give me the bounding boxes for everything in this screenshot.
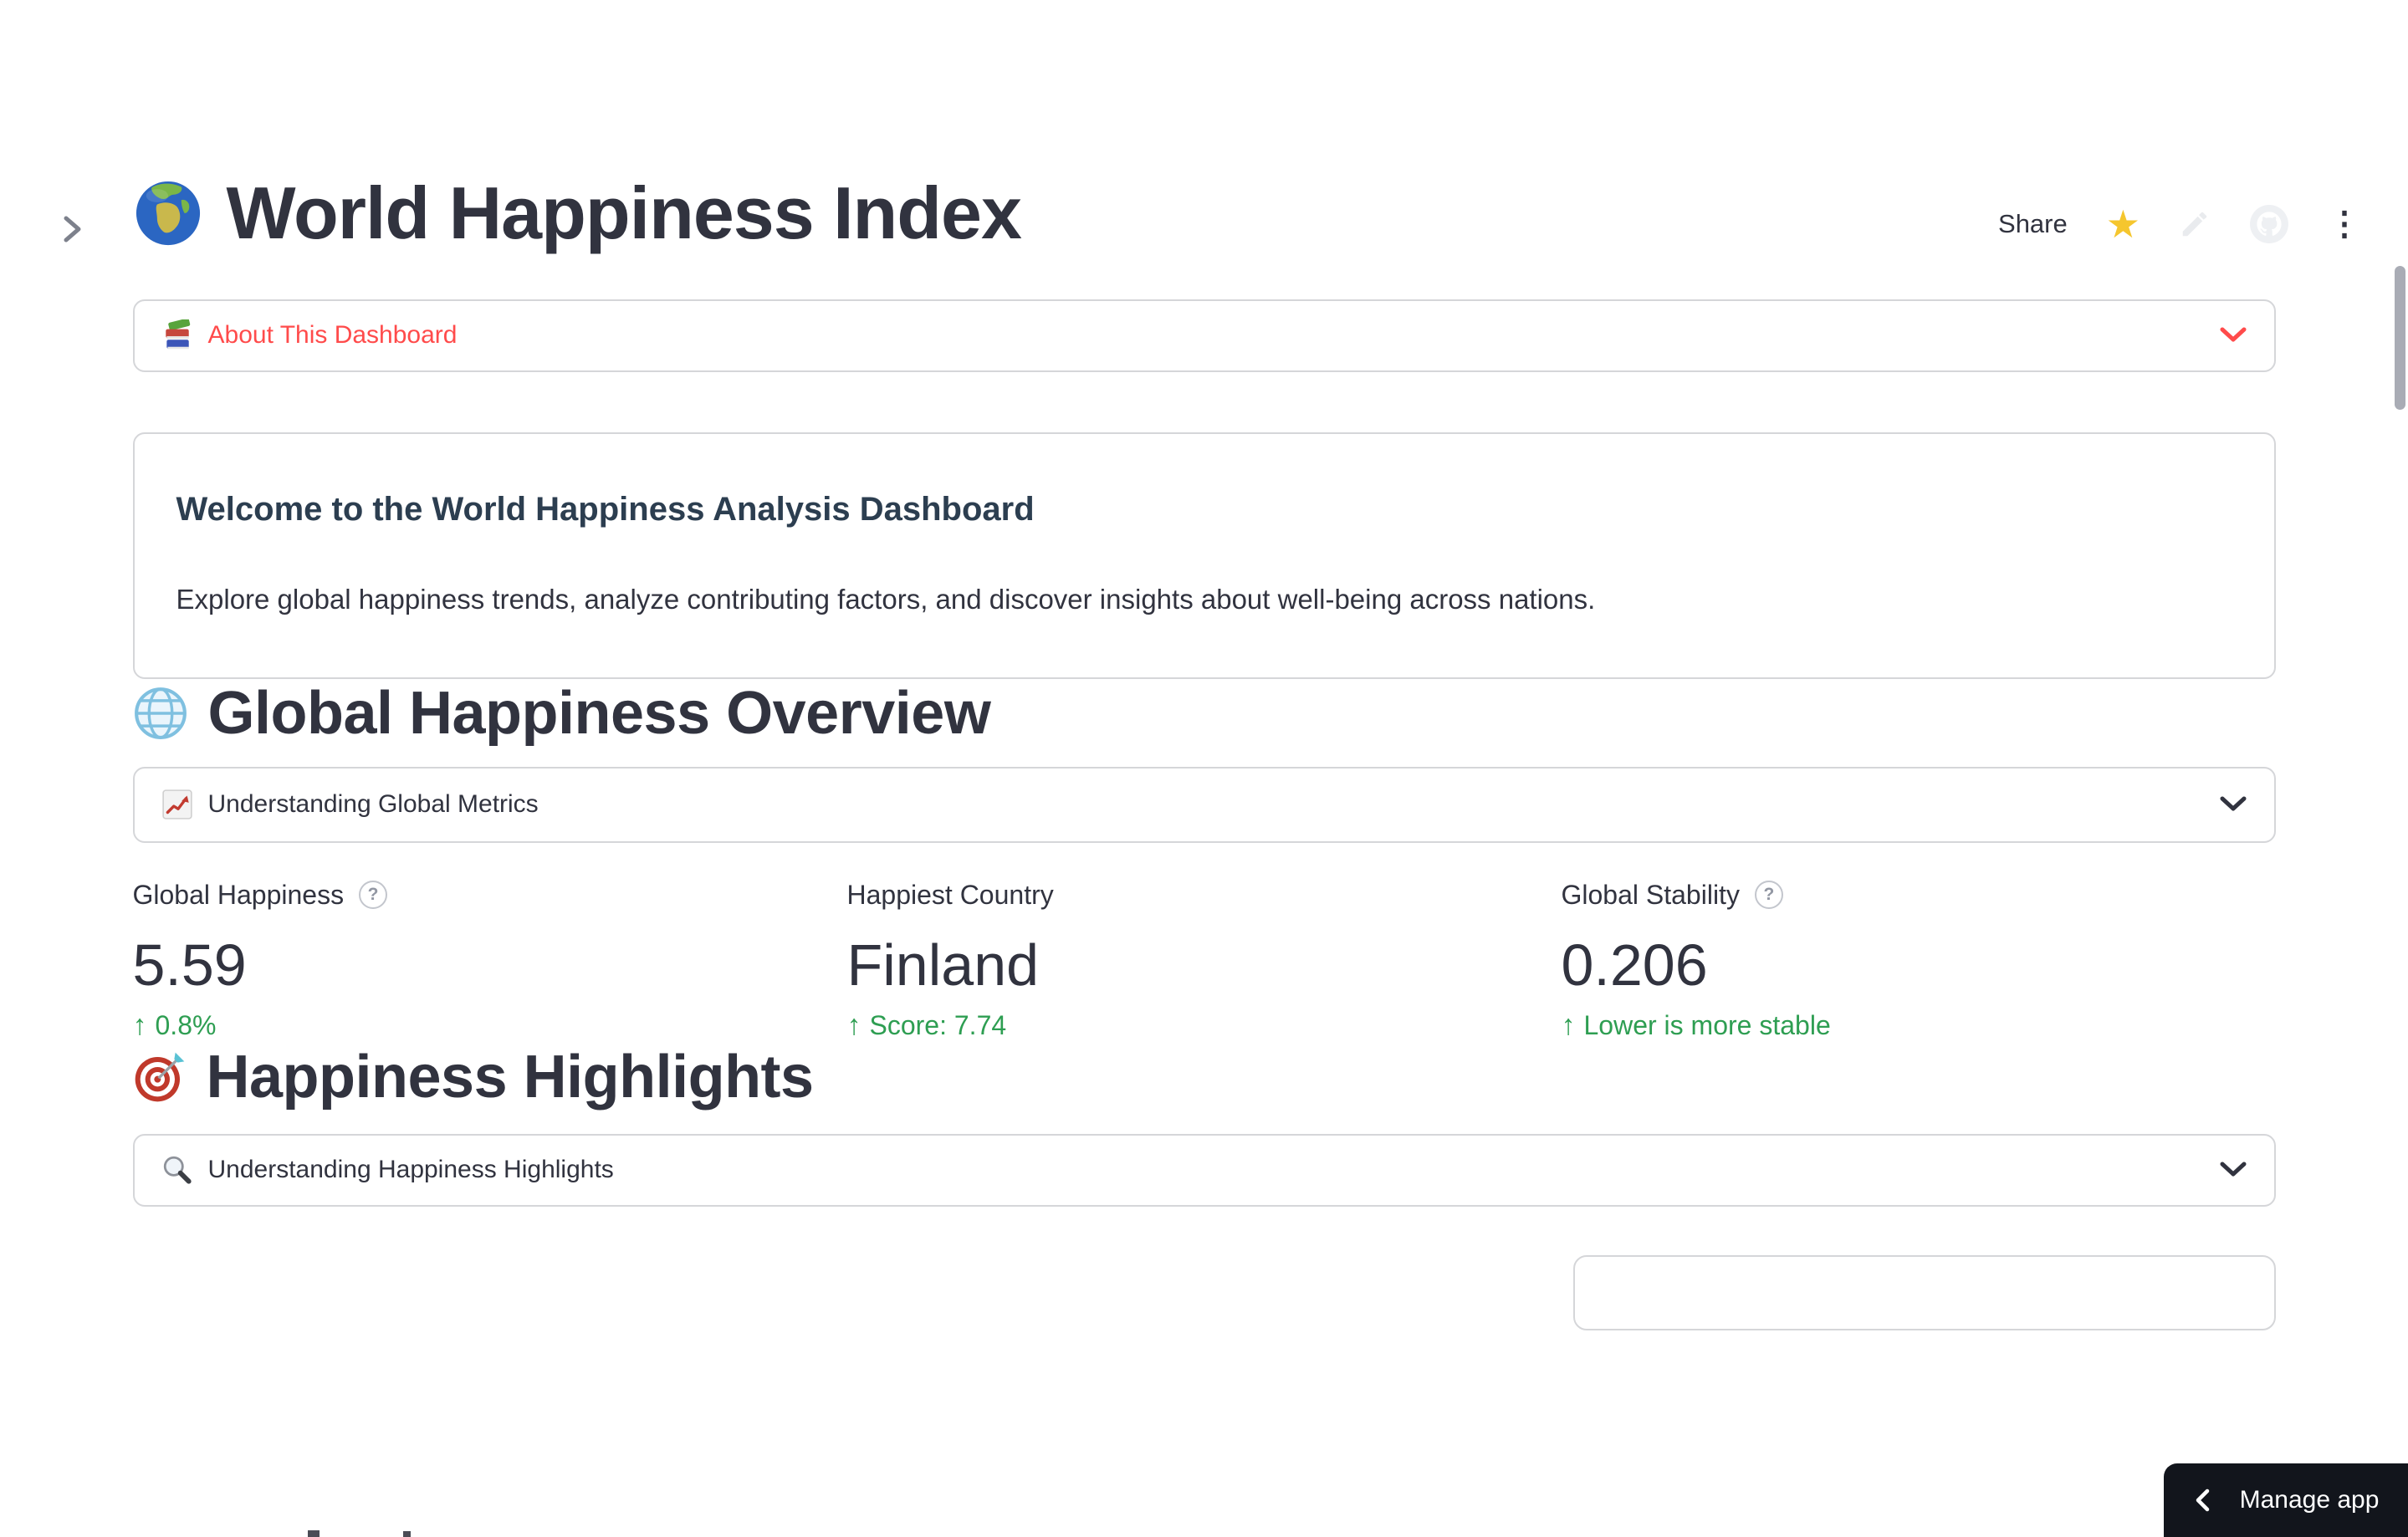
globe-earth-icon <box>135 181 200 245</box>
metric-label: Global Happiness ? <box>133 880 847 911</box>
section-title-highlights-text: Happiness Highlights <box>206 1043 815 1111</box>
page-title: World Happiness Index <box>133 169 2276 258</box>
metric-label: Happiest Country <box>847 880 1562 911</box>
expander-happiness-highlights-label: Understanding Happiness Highlights <box>207 1156 614 1184</box>
books-icon <box>165 319 190 350</box>
expander-global-metrics[interactable]: Understanding Global Metrics <box>132 766 2276 843</box>
chart-increasing-icon <box>161 789 192 820</box>
chevron-down-icon[interactable] <box>2219 327 2247 344</box>
chevron-down-icon[interactable] <box>2219 1162 2247 1178</box>
metric-value: Finland <box>846 932 1040 998</box>
arrow-up-icon: ↑ <box>1561 1009 1576 1042</box>
help-icon[interactable]: ? <box>1754 881 1783 910</box>
sidebar-expand-button[interactable] <box>54 211 90 248</box>
metric-value: 5.59 <box>132 932 247 998</box>
section-title-overview: Global Happiness Overview <box>133 679 2276 748</box>
section-title-highlights: Happiness Highlights <box>133 1043 2276 1112</box>
welcome-card: Welcome to the World Happiness Analysis … <box>132 431 2276 679</box>
metrics-row: Global Happiness ? 5.59 ↑ 0.8% Happiest … <box>133 880 2276 1043</box>
expander-global-metrics-label: Understanding Global Metrics <box>207 790 539 819</box>
metric-global-stability: Global Stability ? 0.206 ↑ Lower is more… <box>1562 880 2276 1043</box>
partial-card <box>1572 1254 2276 1330</box>
chevron-left-icon <box>2196 1488 2209 1512</box>
cutoff-text-fragment <box>403 1531 411 1537</box>
globe-meridians-icon <box>134 687 187 740</box>
page-title-text: World Happiness Index <box>226 171 1022 254</box>
metric-happiest-country: Happiest Country Finland ↑ Score: 7.74 <box>847 880 1562 1043</box>
metric-delta-text: Lower is more stable <box>1583 1010 1831 1041</box>
magnifying-glass-icon <box>163 1157 192 1184</box>
arrow-up-icon: ↑ <box>846 1009 861 1042</box>
expander-happiness-highlights[interactable]: Understanding Happiness Highlights <box>132 1133 2276 1207</box>
welcome-body: Explore global happiness trends, analyze… <box>176 583 1596 615</box>
welcome-heading: Welcome to the World Happiness Analysis … <box>176 490 1035 528</box>
metric-delta: ↑ Lower is more stable <box>1562 1008 2276 1043</box>
manage-app-label: Manage app <box>2239 1486 2380 1514</box>
metric-label-text: Global Stability <box>1561 879 1740 910</box>
metric-global-happiness: Global Happiness ? 5.59 ↑ 0.8% <box>133 880 847 1043</box>
manage-app-button[interactable]: Manage app <box>2164 1463 2408 1537</box>
metric-delta: ↑ 0.8% <box>133 1008 847 1043</box>
metric-label-text: Happiest Country <box>846 879 1054 910</box>
arrow-up-icon: ↑ <box>132 1009 147 1042</box>
metric-delta-text: 0.8% <box>155 1010 217 1041</box>
expander-about-dashboard[interactable]: About This Dashboard <box>132 299 2276 372</box>
target-dart-icon <box>135 1052 184 1102</box>
metric-delta-text: Score: 7.74 <box>869 1010 1007 1041</box>
section-title-overview-text: Global Happiness Overview <box>207 679 991 747</box>
metric-value: 0.206 <box>1561 932 1708 998</box>
metric-label: Global Stability ? <box>1562 880 2276 911</box>
expander-about-label: About This Dashboard <box>207 321 458 350</box>
chevron-down-icon[interactable] <box>2219 796 2247 813</box>
metric-delta: ↑ Score: 7.74 <box>847 1008 1562 1043</box>
chevron-right-icon <box>64 216 81 243</box>
metric-label-text: Global Happiness <box>132 879 345 910</box>
vertical-scrollbar-thumb[interactable] <box>2395 266 2405 410</box>
cutoff-text-fragment <box>308 1530 320 1537</box>
help-icon[interactable]: ? <box>359 881 388 910</box>
main-content: World Happiness Index About This Dashboa… <box>132 169 2276 1330</box>
kebab-menu-icon[interactable]: ⋮ <box>2328 207 2361 241</box>
